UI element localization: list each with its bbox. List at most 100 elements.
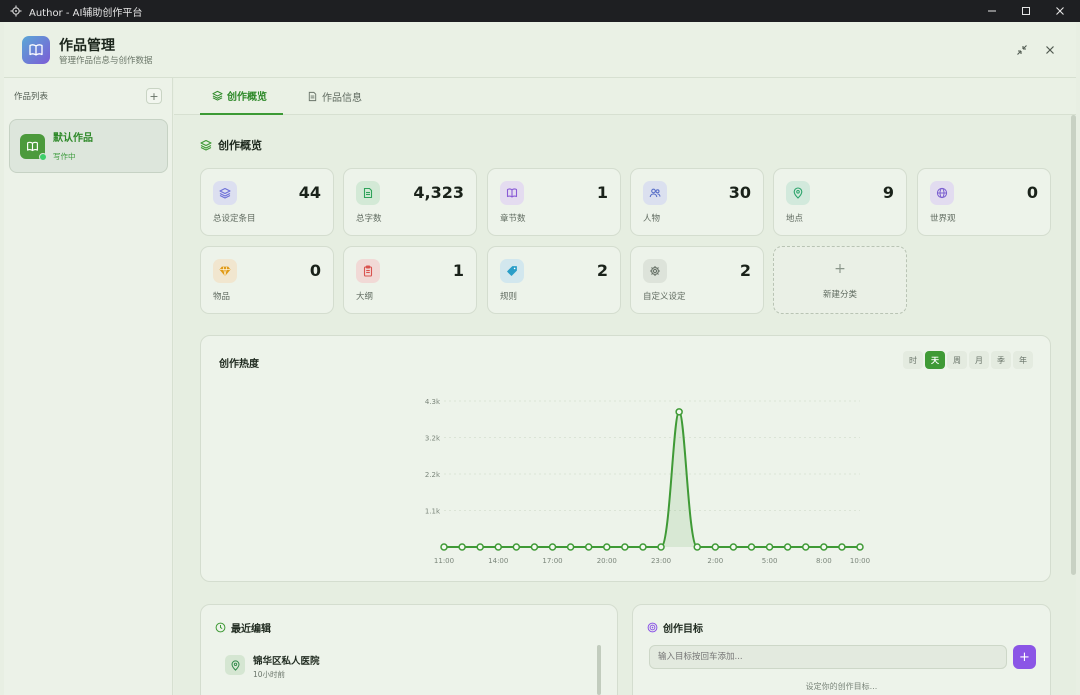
target-icon — [647, 622, 658, 633]
goals-empty-text: 设定你的创作目标... — [805, 682, 878, 691]
data-point — [584, 543, 593, 551]
status-dot — [39, 153, 47, 161]
layers-icon — [212, 90, 223, 101]
stat-card[interactable]: 1 大纲 — [343, 246, 477, 314]
stat-value: 30 — [728, 183, 751, 202]
y-tick-label: 4.3k — [425, 398, 441, 406]
stat-value: 0 — [309, 261, 321, 280]
data-point — [856, 543, 864, 551]
stat-value: 1 — [596, 183, 608, 202]
minimize-arrows-icon — [1017, 45, 1027, 55]
data-point — [603, 543, 611, 551]
data-point — [765, 543, 774, 551]
globe-icon — [930, 181, 954, 205]
window-title-bar: Author - AI辅助创作平台 — [0, 0, 1080, 22]
data-point — [711, 543, 720, 551]
work-status: 写作中 — [53, 152, 76, 161]
tab-overview[interactable]: 创作概览 — [200, 78, 283, 115]
recent-scrollbar[interactable] — [597, 645, 601, 695]
stat-card[interactable]: 2 自定义设定 — [630, 246, 764, 314]
data-point — [494, 543, 503, 551]
recent-item[interactable]: 锦华区私人医院 10小时前 — [225, 649, 585, 683]
new-category-label: 新建分类 — [822, 290, 857, 300]
data-point — [440, 543, 448, 551]
stat-label: 规则 — [500, 292, 518, 302]
stat-value: 44 — [298, 183, 321, 202]
recent-item-name: 锦华区私人医院 — [253, 656, 320, 667]
stat-value: 1 — [452, 261, 464, 280]
stat-value: 0 — [1026, 183, 1038, 202]
stat-card[interactable]: 0 世界观 — [917, 168, 1051, 236]
plus-icon: + — [834, 261, 846, 277]
data-point — [747, 543, 756, 551]
layers-icon — [213, 181, 237, 205]
stat-value: 4,323 — [413, 183, 464, 202]
app-icon — [9, 4, 23, 18]
recent-title-text: 最近编辑 — [231, 624, 271, 635]
document-icon — [356, 181, 380, 205]
stat-card[interactable]: 9 地点 — [773, 168, 907, 236]
stat-card[interactable]: 2 规则 — [487, 246, 621, 314]
work-item[interactable]: 默认作品 写作中 — [9, 119, 168, 173]
stat-label: 物品 — [213, 292, 231, 302]
x-tick-label: 23:00 — [651, 557, 671, 565]
stat-card[interactable]: 1 章节数 — [487, 168, 621, 236]
stat-card[interactable]: 30 人物 — [630, 168, 764, 236]
recent-item-time: 10小时前 — [253, 670, 286, 679]
window-title: Author - AI辅助创作平台 — [29, 7, 143, 19]
stat-value: 9 — [882, 183, 894, 202]
page-subtitle: 管理作品信息与创作数据 — [59, 56, 153, 66]
add-work-button[interactable]: + — [146, 88, 162, 104]
y-tick-label: 1.1k — [425, 508, 441, 516]
page-title: 作品管理 — [59, 38, 115, 54]
data-point — [458, 543, 466, 551]
window-close-button[interactable] — [1043, 0, 1077, 22]
series-line — [444, 410, 860, 548]
stat-label: 大纲 — [356, 292, 374, 302]
gear-icon — [643, 259, 667, 283]
minimize-button[interactable] — [975, 0, 1009, 22]
goal-input[interactable] — [649, 645, 1007, 669]
stat-label: 总设定条目 — [213, 214, 256, 224]
data-point — [566, 543, 575, 551]
stat-label: 世界观 — [930, 214, 956, 224]
x-tick-label: 17:00 — [542, 557, 562, 565]
collapse-button[interactable] — [1014, 42, 1030, 58]
y-tick-label: 2.2k — [425, 471, 441, 479]
stat-label: 总字数 — [356, 214, 382, 224]
tab-work-info[interactable]: 作品信息 — [299, 78, 370, 115]
layers-icon — [200, 139, 212, 151]
stat-label: 人物 — [643, 214, 661, 224]
main-content: 创作概览 44 总设定条目 4,323 总字数 1 章节数 30 人物 9 地点 0 世界观 0 物品 1 大… — [174, 115, 1076, 695]
x-tick-label: 10:00 — [850, 557, 870, 565]
x-tick-label: 8:00 — [816, 557, 832, 565]
maximize-button[interactable] — [1009, 0, 1043, 22]
data-point — [639, 543, 647, 551]
stat-label: 自定义设定 — [643, 292, 686, 302]
main-scrollbar[interactable] — [1071, 115, 1076, 575]
recent-title: 最近编辑 — [215, 620, 271, 635]
tab-work-info-label: 作品信息 — [322, 93, 362, 104]
map-pin-icon — [786, 181, 810, 205]
x-tick-label: 20:00 — [597, 557, 617, 565]
stat-card[interactable]: 4,323 总字数 — [343, 168, 477, 236]
stat-label: 章节数 — [500, 214, 526, 224]
close-icon — [1056, 7, 1064, 15]
stat-card[interactable]: 0 物品 — [200, 246, 334, 314]
new-category-button[interactable]: + 新建分类 — [773, 246, 907, 314]
book-icon — [500, 181, 524, 205]
data-point — [801, 543, 810, 551]
heat-chart: 1.1k 2.2k 3.2k 4.3k 11:00 14:00 17:00 20:00 23:0… — [425, 398, 870, 565]
data-point — [820, 543, 828, 551]
overview-title: 创作概览 — [200, 137, 262, 153]
clock-icon — [215, 622, 226, 633]
x-tick-label: 5:00 — [762, 557, 778, 565]
panel-close-button[interactable] — [1042, 42, 1058, 58]
clipboard-icon — [356, 259, 380, 283]
add-goal-button[interactable]: + — [1013, 645, 1036, 669]
data-point — [621, 543, 629, 551]
x-tick-label: 11:00 — [434, 557, 454, 565]
works-list-title: 作品列表 — [14, 92, 49, 102]
work-name: 默认作品 — [53, 133, 93, 144]
stat-card[interactable]: 44 总设定条目 — [200, 168, 334, 236]
